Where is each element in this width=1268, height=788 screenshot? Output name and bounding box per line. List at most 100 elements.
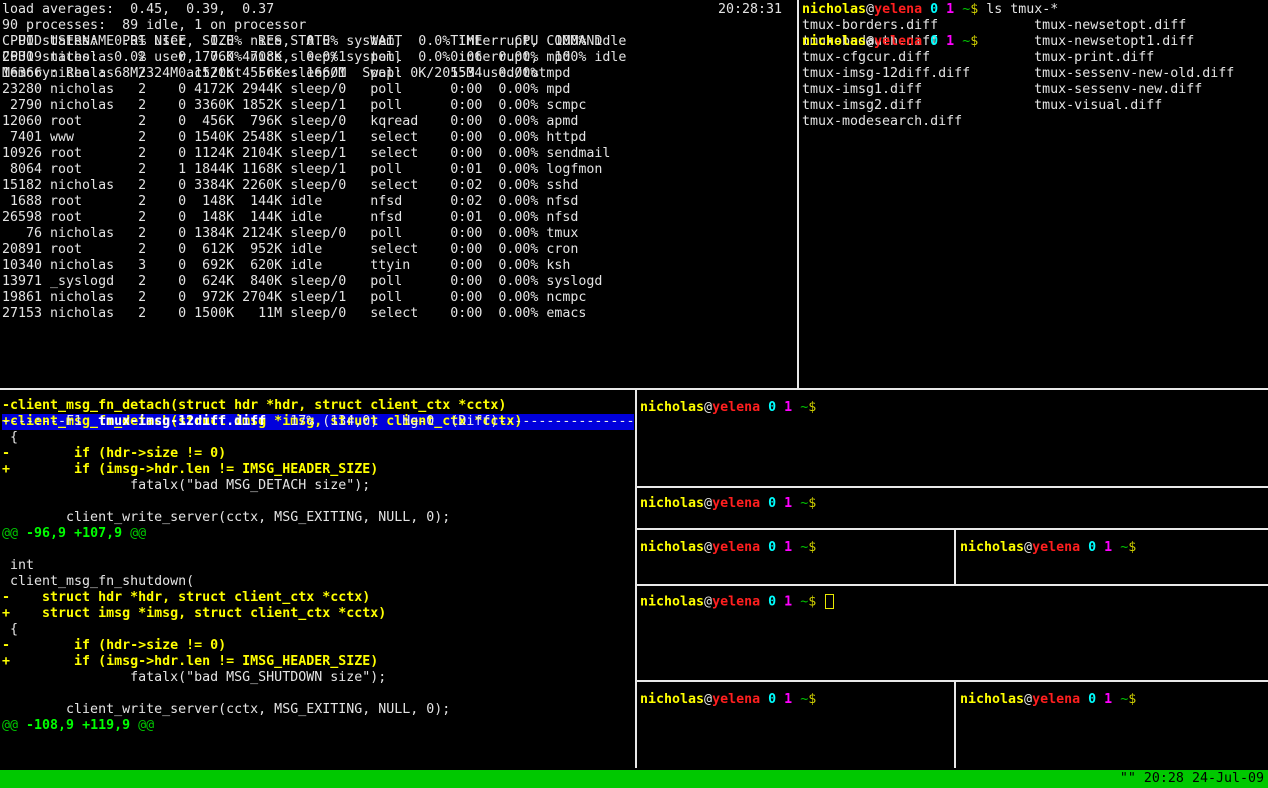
shell-prompt: nicholas@yelena 0 1 ~$: [640, 595, 824, 610]
diff-line: @@ -96,9 +107,9 @@: [2, 526, 634, 542]
prompt-segment: 1: [784, 595, 792, 610]
process-row: 19861 nicholas 2 0 972K 2704K sleep/1 po…: [2, 290, 796, 306]
prompt-segment: [1112, 540, 1120, 555]
pane-border-vertical-bottom[interactable]: [635, 390, 637, 768]
pane-border-v4[interactable]: [954, 682, 956, 768]
diff-hunk-segment: -96,9 +107,9: [26, 526, 122, 541]
pane-shell-5-left[interactable]: nicholas@yelena 0 1 ~$: [640, 686, 952, 766]
prompt-segment: 0: [768, 692, 776, 707]
prompt-segment: yelena: [1032, 540, 1080, 555]
prompt-segment: yelena: [712, 400, 760, 415]
diff-line: {: [2, 622, 634, 638]
shell-prompt: nicholas@yelena 0 1 ~$: [640, 400, 824, 415]
file-line: tmux-cfgcur.diff tmux-print.diff: [802, 50, 1266, 66]
diff-line: - if (hdr->size != 0): [2, 638, 634, 654]
pane-shell-1[interactable]: nicholas@yelena 0 1 ~$: [640, 396, 1268, 484]
pane-shell-2[interactable]: nicholas@yelena 0 1 ~$: [640, 492, 1268, 526]
pane-border-h5[interactable]: [637, 680, 1268, 682]
prompt-segment: [922, 34, 930, 49]
prompt-line: nicholas@yelena 0 1 ~$: [960, 534, 1266, 556]
prompt-segment: $: [1128, 692, 1144, 707]
emacs-modeline[interactable]: ----:---F1 tmux-imsg-12diff.diff 17% (13…: [2, 414, 634, 430]
prompt-segment: $: [808, 540, 824, 555]
shell-prompt: nicholas@yelena 0 1 ~$: [960, 540, 1144, 555]
diff-buffer: -client_msg_fn_detach(struct hdr *hdr, s…: [2, 398, 634, 414]
pane-shell-5-right[interactable]: nicholas@yelena 0 1 ~$: [960, 686, 1266, 766]
pane-border-h2[interactable]: [637, 486, 1268, 488]
prompt-segment: $: [970, 2, 986, 17]
prompt-segment: [792, 540, 800, 555]
prompt-line: nicholas@yelena 0 1 ~$: [640, 590, 1268, 610]
prompt-segment: nicholas: [640, 595, 704, 610]
pane-border-h3[interactable]: [637, 528, 1268, 530]
diff-hunk-segment: -108,9 +119,9: [26, 718, 130, 733]
prompt-segment: [938, 34, 946, 49]
prompt-segment: nicholas: [802, 34, 866, 49]
diff-hunk-segment: @@: [130, 718, 154, 733]
modeline-segment: 17% (134,0) Hg-0 (Diff)-----------------: [266, 414, 634, 429]
prompt-segment: [776, 400, 784, 415]
diff-line: [2, 686, 634, 702]
prompt-segment: 0: [768, 595, 776, 610]
pane-emacs-diff[interactable]: -client_msg_fn_detach(struct hdr *hdr, s…: [2, 398, 634, 768]
pane-border-vertical-top[interactable]: [797, 0, 799, 388]
prompt-segment: nicholas: [640, 692, 704, 707]
top-clock: 20:28:31: [718, 2, 782, 17]
prompt-segment: yelena: [712, 692, 760, 707]
prompt-segment: @: [704, 400, 712, 415]
diff-line: [2, 542, 634, 558]
prompt-segment: @: [704, 540, 712, 555]
prompt-segment: 1: [784, 692, 792, 707]
prompt-segment: [776, 692, 784, 707]
file-line: tmux-imsg-12diff.diff tmux-sessenv-new-o…: [802, 66, 1266, 82]
prompt-segment: [760, 540, 768, 555]
prompt-line: nicholas@yelena 0 1 ~$: [640, 396, 1268, 416]
diff-line: fatalx("bad MSG_SHUTDOWN size");: [2, 670, 634, 686]
emacs-minibuffer[interactable]: [2, 430, 634, 446]
prompt-segment: [1080, 692, 1088, 707]
prompt-segment: $: [808, 400, 824, 415]
pane-border-horizontal-main[interactable]: [0, 388, 1268, 390]
prompt-line: nicholas@yelena 0 1 ~$ ls tmux-*: [802, 2, 1266, 18]
prompt-segment: ~: [1120, 540, 1128, 555]
prompt-segment: [792, 692, 800, 707]
prompt-segment: [1112, 692, 1120, 707]
prompt-segment: [954, 34, 962, 49]
pane-shell-3-left[interactable]: nicholas@yelena 0 1 ~$: [640, 534, 952, 582]
prompt-segment: [1096, 540, 1104, 555]
diff-line: -client_msg_fn_detach(struct hdr *hdr, s…: [2, 398, 634, 414]
prompt-segment: 1: [1104, 692, 1112, 707]
prompt-segment: ~: [962, 2, 970, 17]
shell-prompt: nicholas@yelena 0 1 ~$: [640, 540, 824, 555]
modeline-segment: ----:---F1: [2, 414, 98, 429]
pane-border-h4[interactable]: [637, 584, 1268, 586]
ls-output: tmux-borders.diff tmux-newsetopt.difftmu…: [802, 18, 1266, 34]
prompt-segment: nicholas: [640, 400, 704, 415]
pane-shell-ls[interactable]: nicholas@yelena 0 1 ~$ ls tmux-* tmux-bo…: [802, 2, 1266, 386]
prompt-segment: [776, 540, 784, 555]
pane-border-v3[interactable]: [954, 530, 956, 584]
pane-top-command[interactable]: 20:28:31 load averages: 0.45, 0.39, 0.37…: [2, 2, 796, 386]
process-row: 26598 root 2 0 148K 144K idle nfsd 0:01 …: [2, 210, 796, 226]
diff-line: - struct hdr *hdr, struct client_ctx *cc…: [2, 590, 634, 606]
prompt-segment: nicholas: [640, 496, 704, 511]
prompt-segment: yelena: [712, 496, 760, 511]
prompt-segment: [954, 2, 962, 17]
pane-shell-3-right[interactable]: nicholas@yelena 0 1 ~$: [960, 534, 1266, 582]
prompt-segment: ~: [962, 34, 970, 49]
prompt-segment: 1: [1104, 540, 1112, 555]
prompt-segment: 0: [768, 400, 776, 415]
prompt-segment: nicholas: [960, 692, 1024, 707]
shell-prompt: nicholas@yelena 0 1 ~$: [960, 692, 1144, 707]
prompt-segment: $: [970, 34, 986, 49]
diff-line: int: [2, 558, 634, 574]
prompt-segment: 1: [784, 496, 792, 511]
pane-shell-4-active[interactable]: nicholas@yelena 0 1 ~$: [640, 590, 1268, 678]
prompt-segment: @: [1024, 692, 1032, 707]
prompt-segment: nicholas: [960, 540, 1024, 555]
diff-line: [2, 494, 634, 510]
prompt-segment: nicholas: [802, 2, 866, 17]
prompt-line: nicholas@yelena 0 1 ~$: [640, 686, 952, 708]
prompt-segment: @: [1024, 540, 1032, 555]
shell-prompt: nicholas@yelena 0 1 ~$: [802, 2, 986, 17]
